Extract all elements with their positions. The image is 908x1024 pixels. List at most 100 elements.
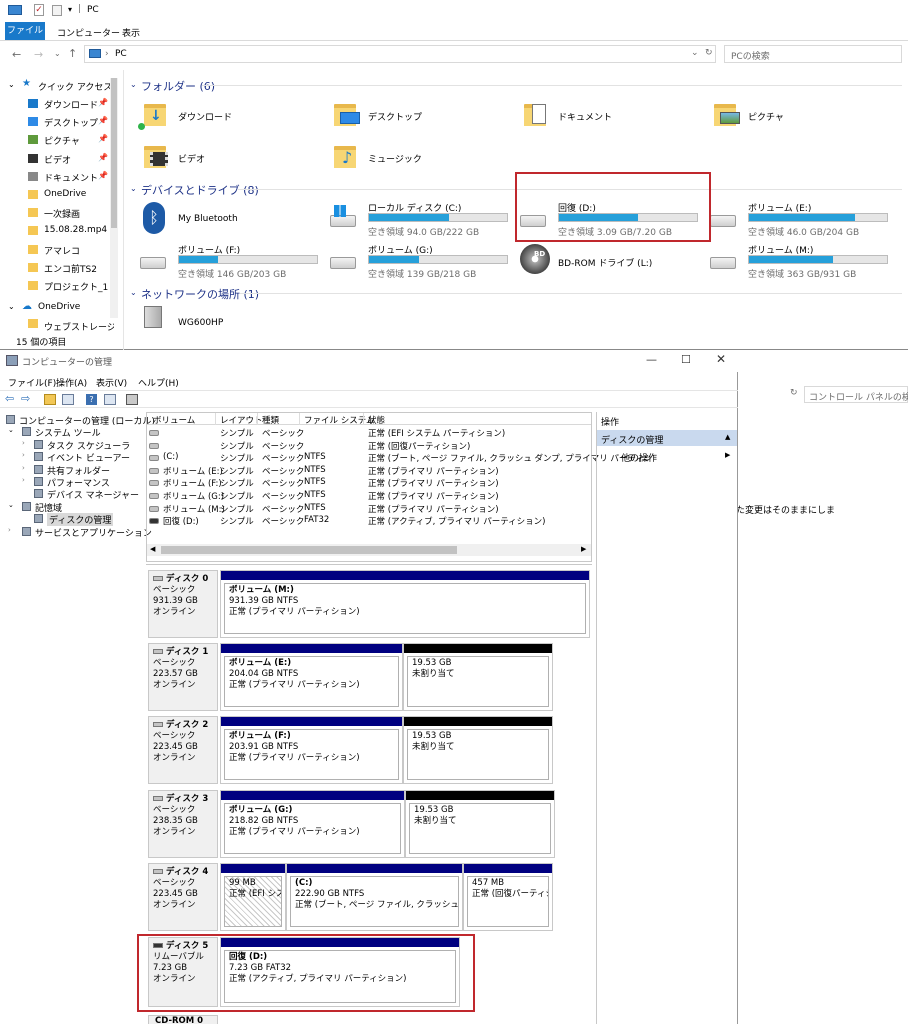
settings-icon[interactable] <box>126 394 138 405</box>
section-chevron-icon[interactable]: ⌄ <box>130 184 137 193</box>
nav-item[interactable]: エンコ前TS2 <box>44 262 97 275</box>
partition-d2a[interactable]: ボリューム (F:) 203.91 GB NTFS 正常 (プライマリ パーティショ… <box>220 716 403 784</box>
nav-scrollbar[interactable] <box>110 78 118 318</box>
console-tree-icon[interactable] <box>62 394 74 405</box>
nav-item[interactable]: ピクチャ <box>44 134 80 147</box>
ribbon-tab-view[interactable]: 表示 <box>122 26 140 39</box>
other-actions[interactable]: 他の操作 ▶ <box>597 450 737 464</box>
devices-header[interactable]: デバイスとドライブ (8) <box>141 182 259 198</box>
volume-row[interactable]: シンプル ベーシック 正常 (EFI システム パーティション) <box>147 427 587 440</box>
disk-label[interactable]: ディスク 3 ベーシック 238.35 GB オンライン <box>148 790 218 858</box>
nav-item[interactable]: プロジェクト_1 <box>44 280 108 293</box>
partition-d3b[interactable]: 19.53 GB 未割り当て <box>405 790 555 858</box>
partition-d1a[interactable]: ボリューム (E:) 204.04 GB NTFS 正常 (プライマリ パーティショ… <box>220 643 403 711</box>
disk-label[interactable]: ディスク 0 ベーシック 931.39 GB オンライン <box>148 570 218 638</box>
volume-row[interactable]: ボリューム (M:) シンプル ベーシック NTFS 正常 (プライマリ パーティション… <box>147 503 587 516</box>
address-dropdown-icon[interactable]: ⌄ <box>691 48 699 58</box>
pin-icon[interactable]: 📌 <box>98 134 108 143</box>
forward-arrow-icon[interactable]: ⇨ <box>21 392 30 405</box>
new-folder-icon[interactable] <box>52 5 62 16</box>
volume-row[interactable]: ボリューム (G:) シンプル ベーシック NTFS 正常 (プライマリ パーティション… <box>147 490 587 503</box>
back-arrow-icon[interactable]: ← <box>12 48 21 61</box>
scroll-right-icon[interactable]: ▶ <box>581 545 586 553</box>
folders-header[interactable]: フォルダー (6) <box>141 78 215 94</box>
tree-item[interactable]: デバイス マネージャー <box>47 488 139 501</box>
onedrive-child[interactable]: ウェブストレージ設定 <box>44 320 114 333</box>
expand-arrow-icon[interactable]: › <box>8 526 11 534</box>
properties-icon[interactable]: ✓ <box>34 4 44 16</box>
expand-chevron-icon[interactable]: ⌄ <box>8 302 15 311</box>
volume-row[interactable]: シンプル ベーシック 正常 (回復パーティション) <box>147 440 587 453</box>
partition-d4a[interactable]: 99 MB 正常 (EFI シス <box>220 863 286 931</box>
partition-d3a[interactable]: ボリューム (G:) 218.82 GB NTFS 正常 (プライマリ パーティショ… <box>220 790 405 858</box>
col-volume[interactable]: ボリューム <box>153 414 195 426</box>
disk-label[interactable]: ディスク 2 ベーシック 223.45 GB オンライン <box>148 716 218 784</box>
network-header[interactable]: ネットワークの場所 (1) <box>141 286 259 302</box>
nav-item[interactable]: 15.08.28.mp4 <box>44 225 107 235</box>
close-button[interactable]: ✕ <box>716 352 726 366</box>
tree-item[interactable]: イベント ビューアー <box>47 451 130 464</box>
collapse-triangle-icon[interactable]: ▲ <box>725 433 730 441</box>
up-arrow-icon[interactable]: ↑ <box>68 47 77 60</box>
forward-arrow-icon[interactable]: → <box>34 48 43 61</box>
pin-icon[interactable]: 📌 <box>98 116 108 125</box>
onedrive-label[interactable]: OneDrive <box>38 302 80 312</box>
partition-d0[interactable]: ボリューム (M:) 931.39 GB NTFS 正常 (プライマリ パーティショ… <box>220 570 590 638</box>
qat-dropdown-icon[interactable]: ▾ <box>68 5 72 14</box>
up-folder-icon[interactable] <box>44 394 56 405</box>
expand-arrow-icon[interactable]: › <box>22 476 25 484</box>
control-panel-search[interactable]: コントロール パネルの検索 <box>804 386 908 403</box>
partition-d2b[interactable]: 19.53 GB 未割り当て <box>403 716 553 784</box>
section-chevron-icon[interactable]: ⌄ <box>130 80 137 89</box>
nav-item[interactable]: デスクトップ <box>44 116 98 129</box>
nav-item[interactable]: ドキュメント <box>44 171 98 184</box>
minimize-button[interactable]: — <box>646 353 657 366</box>
menu-help[interactable]: ヘルプ(H) <box>138 376 179 389</box>
pin-icon[interactable]: 📌 <box>98 98 108 107</box>
help-icon[interactable]: ? <box>86 394 97 405</box>
expand-chevron-icon[interactable]: ⌄ <box>8 501 14 509</box>
ribbon-tab-computer[interactable]: コンピューター <box>57 26 120 39</box>
col-status[interactable]: 状態 <box>368 414 385 426</box>
nav-item[interactable]: ダウンロード <box>44 98 98 111</box>
quick-access-label[interactable]: クイック アクセス <box>38 80 112 93</box>
tree-item[interactable]: サービスとアプリケーション <box>35 526 152 539</box>
recent-chevron-icon[interactable]: ⌄ <box>54 49 61 58</box>
expand-arrow-icon[interactable]: › <box>22 439 25 447</box>
disk-label[interactable]: ディスク 4 ベーシック 223.45 GB オンライン <box>148 863 218 931</box>
nav-item[interactable]: ビデオ <box>44 153 71 166</box>
section-chevron-icon[interactable]: ⌄ <box>130 288 137 297</box>
volume-row[interactable]: ボリューム (F:) シンプル ベーシック NTFS 正常 (プライマリ パーティション… <box>147 477 587 490</box>
nav-item[interactable]: 一次録画 <box>44 207 80 220</box>
expand-arrow-icon[interactable]: › <box>22 464 25 472</box>
properties-icon[interactable] <box>104 394 116 405</box>
volume-row[interactable]: (C:) シンプル ベーシック NTFS 正常 (ブート, ページ ファイル, クラッシ… <box>147 452 652 465</box>
ribbon-tab-file[interactable]: ファイル <box>5 22 45 40</box>
volume-row[interactable]: ボリューム (E:) シンプル ベーシック NTFS 正常 (プライマリ パーティション… <box>147 465 587 478</box>
partition-d1b[interactable]: 19.53 GB 未割り当て <box>403 643 553 711</box>
expand-chevron-icon[interactable]: ⌄ <box>8 426 14 434</box>
address-bar[interactable]: › PC ⌄ ↻ <box>84 45 716 63</box>
menu-view[interactable]: 表示(V) <box>96 376 127 389</box>
maximize-button[interactable]: ☐ <box>681 353 691 366</box>
partition-d4b[interactable]: (C:) 222.90 GB NTFS 正常 (ブート, ページ ファイル, クラッ… <box>286 863 463 931</box>
menu-file[interactable]: ファイル(F) <box>8 376 56 389</box>
col-type[interactable]: 種類 <box>262 414 279 426</box>
tree-item[interactable]: システム ツール <box>35 426 101 439</box>
expand-arrow-icon[interactable]: › <box>22 451 25 459</box>
menu-action[interactable]: 操作(A) <box>56 376 87 389</box>
refresh-icon[interactable]: ↻ <box>790 388 798 398</box>
actions-section-header[interactable]: ディスクの管理 ▲ <box>597 430 737 446</box>
nav-item[interactable]: OneDrive <box>44 189 86 199</box>
tree-item[interactable]: ディスクの管理 <box>47 513 114 526</box>
back-arrow-icon[interactable]: ⇦ <box>5 392 14 405</box>
pin-icon[interactable]: 📌 <box>98 153 108 162</box>
disk-label[interactable]: ディスク 1 ベーシック 223.57 GB オンライン <box>148 643 218 711</box>
search-input[interactable]: PCの検索 <box>724 45 902 63</box>
nav-item[interactable]: アマレコ <box>44 244 80 257</box>
volume-row[interactable]: 回復 (D:) シンプル ベーシック FAT32 正常 (アクティブ, プライマリ パー… <box>147 515 587 528</box>
partition-d4c[interactable]: 457 MB 正常 (回復パーティシ <box>463 863 553 931</box>
refresh-icon[interactable]: ↻ <box>705 48 713 58</box>
expand-chevron-icon[interactable]: ⌄ <box>8 80 15 89</box>
pin-icon[interactable]: 📌 <box>98 171 108 180</box>
